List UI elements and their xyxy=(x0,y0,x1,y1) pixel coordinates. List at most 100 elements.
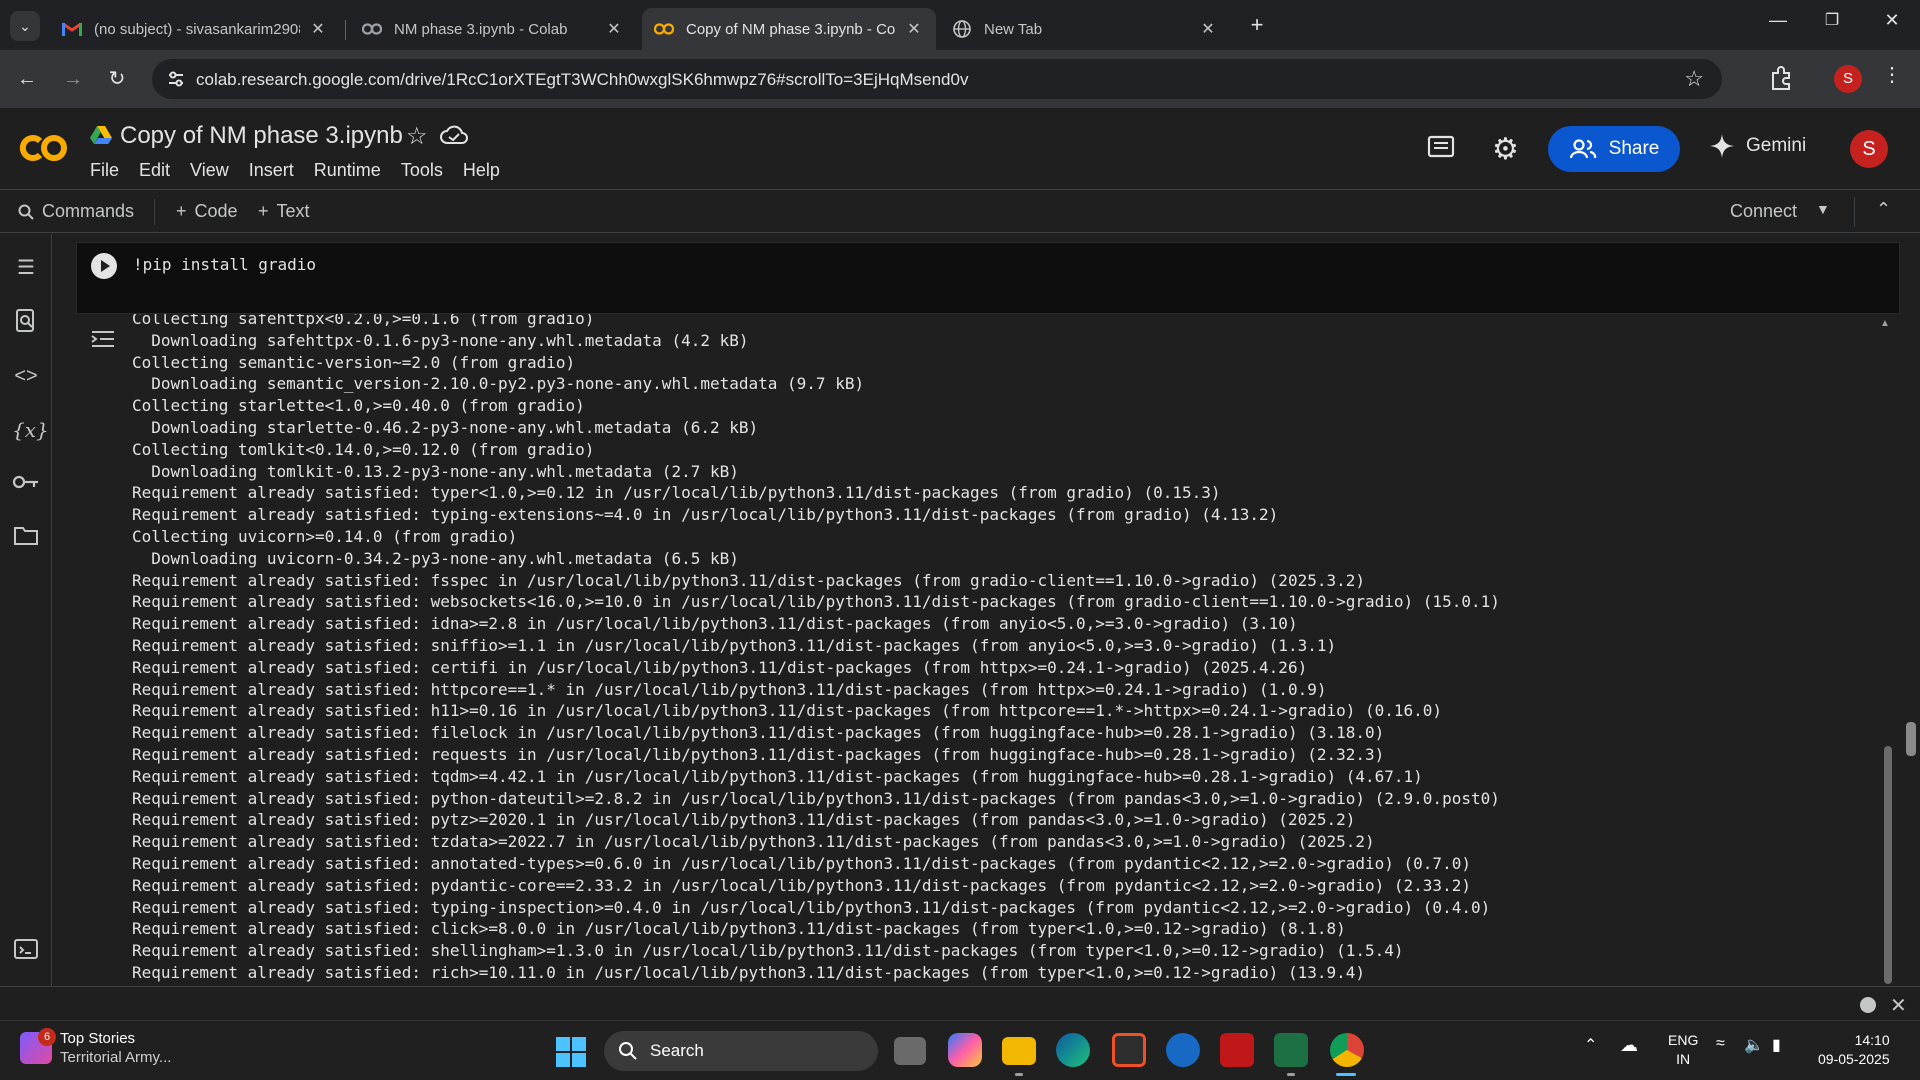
output-actions-icon[interactable] xyxy=(88,324,118,354)
share-button[interactable]: Share xyxy=(1548,126,1680,172)
restore-icon[interactable]: ❐ xyxy=(1812,10,1852,30)
colab-logo[interactable] xyxy=(18,128,70,173)
task-view-icon[interactable] xyxy=(894,1037,926,1065)
menu-tools[interactable]: Tools xyxy=(401,160,443,181)
terminal-icon[interactable] xyxy=(12,938,40,966)
chrome-icon[interactable] xyxy=(1330,1033,1364,1067)
tab-separator xyxy=(345,20,346,40)
google-drive-icon[interactable] xyxy=(90,125,112,145)
settings-gear-icon[interactable]: ⚙ xyxy=(1492,132,1519,167)
table-of-contents-icon[interactable]: ☰ xyxy=(12,254,40,282)
status-indicator[interactable] xyxy=(1860,997,1876,1013)
excel-icon[interactable] xyxy=(1274,1033,1308,1067)
variables-icon[interactable]: {x} xyxy=(12,416,49,444)
collapse-header-icon[interactable]: ⌃ xyxy=(1876,199,1891,220)
cell-code[interactable]: !pip install gradio xyxy=(133,255,316,274)
taskbar-search[interactable]: Search xyxy=(604,1031,878,1071)
edge-browser-icon[interactable] xyxy=(1056,1033,1090,1067)
windows-start-icon[interactable] xyxy=(556,1037,586,1067)
tab-gmail[interactable]: (no subject) - sivasankarim2908 ✕ xyxy=(50,8,340,50)
menu-view[interactable]: View xyxy=(190,160,229,181)
dell-icon[interactable] xyxy=(1166,1033,1200,1067)
code-cell[interactable]: !pip install gradio xyxy=(76,242,1900,314)
news-widget[interactable]: 6 Top Stories Territorial Army... xyxy=(20,1028,171,1067)
run-cell-button[interactable] xyxy=(91,253,117,279)
output-line: Requirement already satisfied: python-da… xyxy=(132,788,1500,808)
browser-menu-icon[interactable]: ⋮ xyxy=(1882,62,1902,87)
add-text-label: Text xyxy=(276,201,310,221)
menu-insert[interactable]: Insert xyxy=(249,160,294,181)
wifi-icon[interactable]: ≈ xyxy=(1716,1035,1725,1053)
show-hidden-icons-icon[interactable]: ⌃ xyxy=(1584,1035,1597,1055)
site-info-icon[interactable] xyxy=(166,69,186,89)
extensions-puzzle-icon[interactable] xyxy=(1768,64,1796,92)
file-explorer-icon[interactable] xyxy=(1002,1037,1036,1065)
add-text-button[interactable]: + Text xyxy=(258,201,310,222)
language-indicator[interactable]: ENG IN xyxy=(1668,1031,1698,1069)
gemini-label: Gemini xyxy=(1746,135,1807,156)
star-icon[interactable]: ☆ xyxy=(406,122,428,151)
tab-search-dropdown-icon[interactable]: ⌄ xyxy=(10,11,40,41)
menu-bar: File Edit View Insert Runtime Tools Help xyxy=(90,160,520,181)
news-widget-icon: 6 xyxy=(20,1028,56,1064)
status-close-icon[interactable]: ✕ xyxy=(1890,993,1907,1018)
toolbar-divider xyxy=(1854,197,1855,227)
gemini-sparkle-icon xyxy=(1710,134,1734,158)
code-snippets-icon[interactable]: <> xyxy=(12,362,40,390)
close-icon[interactable]: ✕ xyxy=(1198,19,1218,39)
colab-icon xyxy=(654,19,674,39)
clock[interactable]: 14:10 09-05-2025 xyxy=(1818,1031,1890,1069)
find-replace-icon[interactable] xyxy=(12,308,40,336)
menu-help[interactable]: Help xyxy=(463,160,500,181)
comment-icon[interactable] xyxy=(1426,134,1456,162)
user-avatar[interactable]: S xyxy=(1850,130,1888,168)
menu-runtime[interactable]: Runtime xyxy=(314,160,381,181)
battery-icon[interactable]: ▮ xyxy=(1772,1035,1781,1055)
window-close-icon[interactable]: ✕ xyxy=(1872,10,1912,31)
notification-badge: 6 xyxy=(38,1028,56,1046)
notebook-title[interactable]: Copy of NM phase 3.ipynb xyxy=(120,122,403,150)
cloud-saved-icon[interactable] xyxy=(440,124,468,146)
tab-colab-copy[interactable]: Copy of NM phase 3.ipynb - Co ✕ xyxy=(642,8,936,50)
plus-icon: + xyxy=(258,201,269,221)
output-line: Requirement already satisfied: pydantic-… xyxy=(132,875,1471,895)
connect-button[interactable]: Connect xyxy=(1730,201,1797,222)
back-icon[interactable]: ← xyxy=(12,64,42,94)
gemini-button[interactable]: Gemini xyxy=(1710,134,1806,158)
new-tab-plus-icon[interactable]: + xyxy=(1244,12,1270,38)
add-code-button[interactable]: + Code xyxy=(176,201,238,222)
tab-colab-original[interactable]: NM phase 3.ipynb - Colab ✕ xyxy=(350,8,636,50)
scroll-up-icon[interactable]: ▲ xyxy=(1880,318,1890,329)
app-active-indicator xyxy=(1336,1073,1356,1076)
news-title: Top Stories xyxy=(60,1030,136,1047)
close-icon[interactable]: ✕ xyxy=(604,19,624,39)
reload-icon[interactable]: ↻ xyxy=(102,64,132,94)
commands-button[interactable]: Commands xyxy=(18,201,134,222)
menu-edit[interactable]: Edit xyxy=(139,160,170,181)
tab-title: (no subject) - sivasankarim2908 xyxy=(94,20,300,38)
minimize-icon[interactable]: — xyxy=(1758,10,1798,31)
browser-profile-avatar[interactable]: S xyxy=(1834,65,1862,93)
menu-file[interactable]: File xyxy=(90,160,119,181)
tab-new-tab[interactable]: New Tab ✕ xyxy=(940,8,1230,50)
microsoft-store-icon[interactable] xyxy=(1112,1033,1146,1067)
output-line: Downloading semantic_version-2.10.0-py2.… xyxy=(132,374,865,394)
output-line: Requirement already satisfied: click>=8.… xyxy=(132,919,1346,939)
volume-icon[interactable]: 🔈 xyxy=(1744,1035,1764,1055)
output-text: Collecting safehttpx<0.2.0,>=0.1.6 (from… xyxy=(132,314,1500,984)
page-scrollbar-thumb[interactable] xyxy=(1906,722,1916,756)
mcafee-icon[interactable] xyxy=(1220,1033,1254,1067)
secrets-key-icon[interactable] xyxy=(12,470,40,498)
forward-icon[interactable]: → xyxy=(58,64,88,94)
address-bar[interactable]: colab.research.google.com/drive/1RcC1orX… xyxy=(152,59,1722,99)
output-scrollbar-thumb[interactable] xyxy=(1884,746,1892,984)
onedrive-cloud-icon[interactable]: ☁ xyxy=(1620,1035,1638,1056)
copilot-icon[interactable] xyxy=(948,1033,982,1067)
close-icon[interactable]: ✕ xyxy=(308,19,328,39)
clock-date: 09-05-2025 xyxy=(1818,1051,1890,1067)
connect-dropdown-icon[interactable]: ▼ xyxy=(1816,201,1830,217)
bookmark-star-icon[interactable]: ☆ xyxy=(1684,66,1704,92)
windows-taskbar: 6 Top Stories Territorial Army... Search… xyxy=(0,1020,1920,1080)
close-icon[interactable]: ✕ xyxy=(904,19,924,39)
files-folder-icon[interactable] xyxy=(12,524,40,552)
